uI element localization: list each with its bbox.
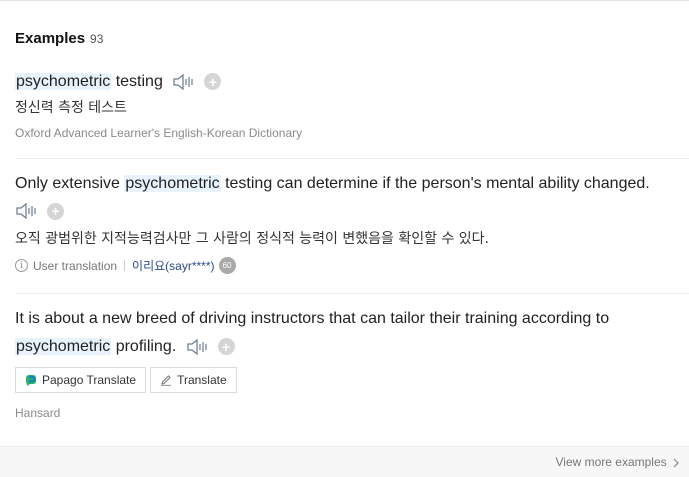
view-more-examples-link[interactable]: View more examples: [555, 455, 680, 469]
footer-bar: View more examples: [0, 446, 689, 477]
add-to-wordbook-button[interactable]: +: [204, 73, 222, 91]
example-source: Hansard: [15, 406, 61, 420]
sentence-rest: profiling.: [111, 338, 177, 355]
translation-meta: i User translation 이리요(sayr****) 60: [15, 257, 689, 274]
papago-translate-button[interactable]: Papago Translate: [15, 367, 147, 393]
add-to-wordbook-button[interactable]: +: [217, 338, 235, 356]
example-item-2: Only extensive psychometric testing can …: [15, 170, 689, 274]
translate-label: Translate: [177, 373, 227, 387]
translate-buttons: Papago Translate Translate: [15, 367, 689, 393]
view-more-label: View more examples: [555, 455, 667, 469]
example-sentence: Only extensive psychometric testing can …: [15, 170, 689, 198]
speaker-icon[interactable]: [15, 202, 39, 220]
section-header: Examples 93: [15, 30, 103, 47]
divider: [15, 158, 689, 159]
keyword-highlight[interactable]: psychometric: [124, 175, 221, 192]
example-item-3: It is about a new breed of driving instr…: [15, 305, 689, 420]
example-translation: 오직 광범위한 지적능력검사만 그 사람의 정식적 능력이 변했음을 확인할 수…: [15, 231, 489, 247]
pen-icon: [161, 375, 172, 386]
divider: [15, 293, 689, 294]
translator-user-link[interactable]: 이리요(sayr****): [132, 257, 214, 274]
speaker-icon[interactable]: [172, 73, 196, 91]
example-sentence: It is about a new breed of driving instr…: [15, 305, 689, 361]
papago-logo-icon: [26, 375, 36, 386]
add-to-wordbook-button[interactable]: +: [47, 202, 64, 220]
sentence-rest: testing can determine if the person's me…: [220, 175, 650, 192]
translate-button[interactable]: Translate: [150, 367, 237, 393]
info-icon[interactable]: i: [15, 259, 28, 272]
sentence-start: Only extensive: [15, 175, 125, 192]
example-item-1: psychometric testing + 정신력 측정 테스트 Oxford…: [15, 68, 689, 140]
top-rule: [0, 0, 689, 1]
user-translation-label: User translation: [33, 258, 118, 273]
example-count: 93: [90, 32, 104, 46]
example-source: Oxford Advanced Learner's English-Korean…: [15, 126, 303, 140]
example-sentence: psychometric testing +: [15, 68, 689, 96]
sentence-line-1: It is about a new breed of driving instr…: [15, 310, 610, 327]
user-level-badge: 60: [218, 257, 236, 274]
keyword-highlight[interactable]: psychometric: [15, 73, 112, 90]
section-title: Examples: [15, 30, 86, 47]
example-translation: 정신력 측정 테스트: [15, 100, 127, 116]
chevron-right-icon: [673, 458, 679, 468]
speaker-icon[interactable]: [186, 338, 210, 356]
sentence-rest: testing: [111, 73, 163, 90]
separator: [124, 260, 126, 271]
keyword-highlight[interactable]: psychometric: [15, 338, 112, 355]
papago-translate-label: Papago Translate: [42, 373, 137, 387]
